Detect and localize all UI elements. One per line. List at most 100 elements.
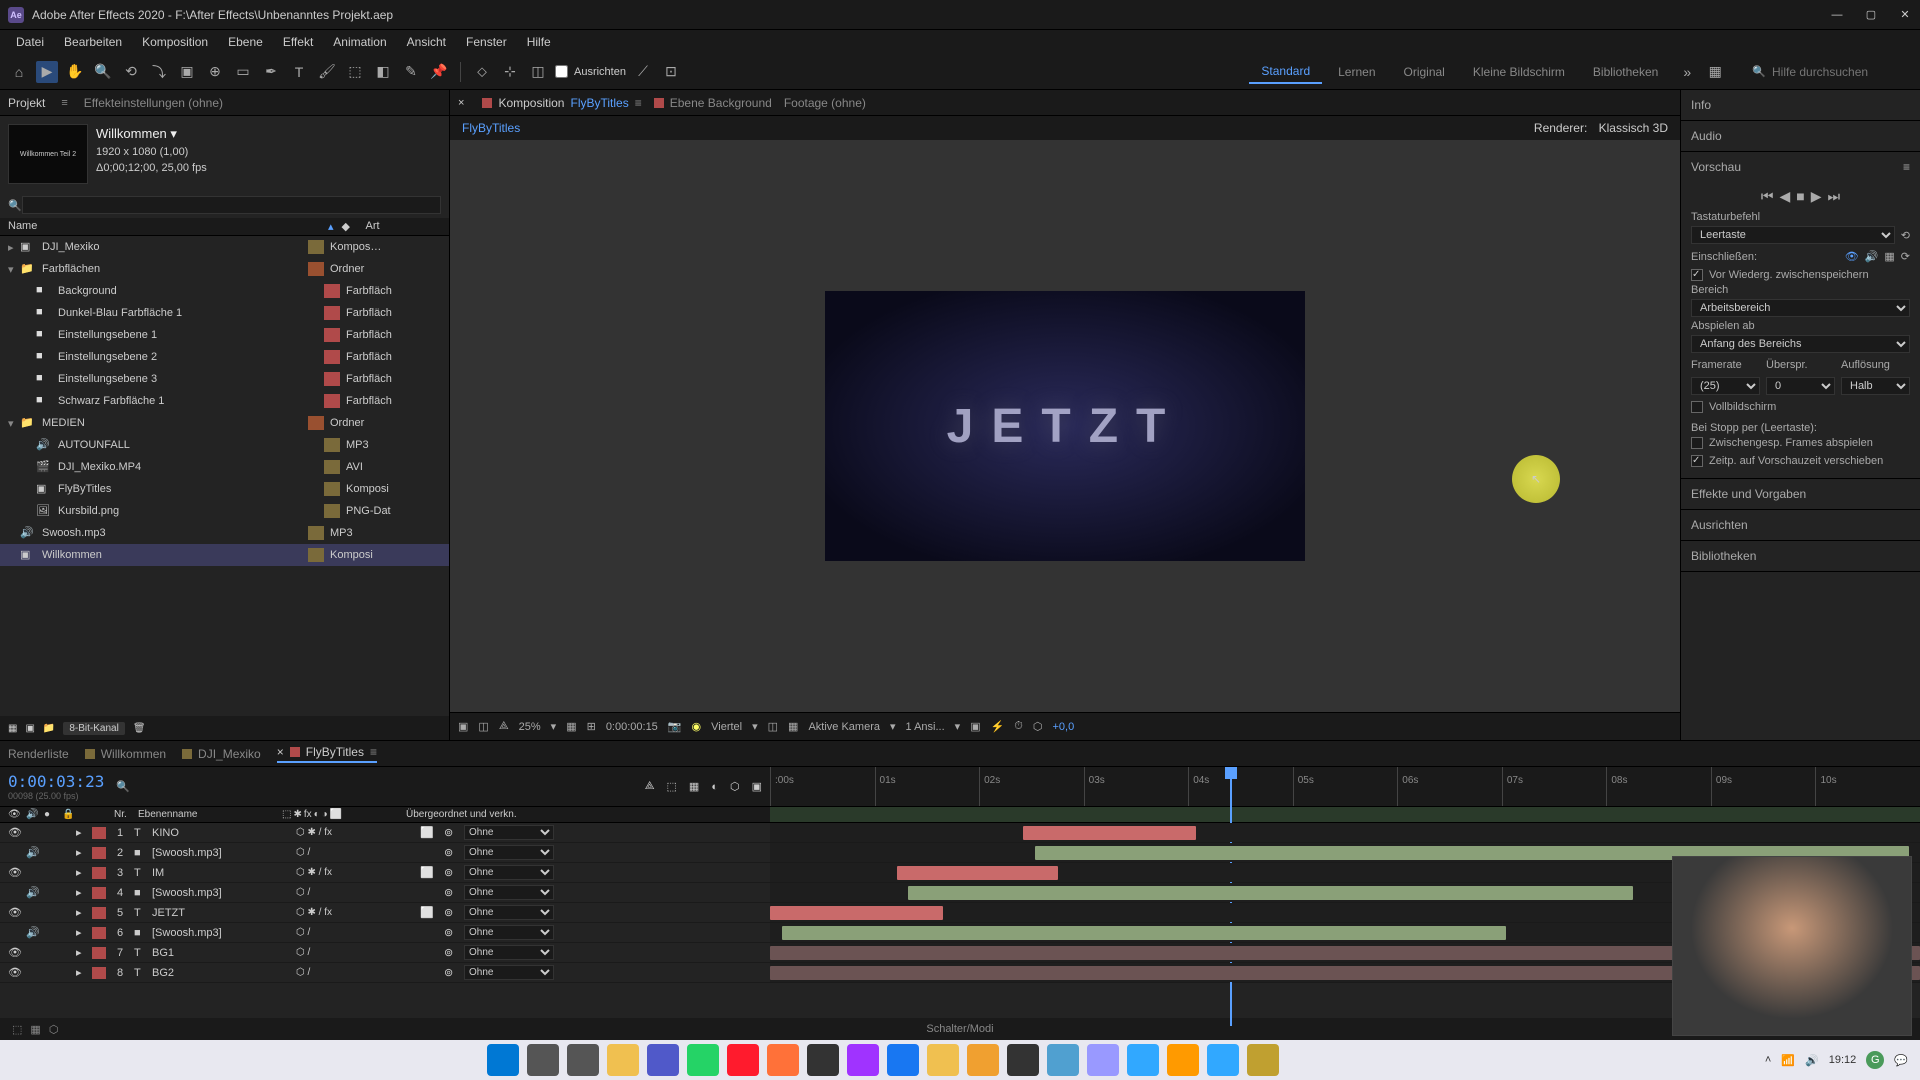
- color-swatch[interactable]: [308, 240, 324, 254]
- pixel-aspect-icon[interactable]: ▣: [970, 720, 980, 733]
- taskbar-facebook-icon[interactable]: [887, 1044, 919, 1076]
- hand-tool[interactable]: ✋: [64, 61, 86, 83]
- breadcrumb[interactable]: FlyByTitles: [462, 121, 520, 135]
- help-search-input[interactable]: [1772, 65, 1912, 79]
- taskbar-ps-icon[interactable]: [1127, 1044, 1159, 1076]
- pickwhip-icon[interactable]: ⊚: [444, 946, 460, 959]
- timeline-tab[interactable]: DJI_Mexiko: [182, 747, 261, 761]
- project-item[interactable]: ▣WillkommenKomposi: [0, 544, 449, 566]
- layer-bar[interactable]: [782, 926, 1507, 940]
- ruler-tick[interactable]: :00s: [770, 767, 875, 806]
- layer-name[interactable]: JETZT: [152, 907, 292, 919]
- taskbar-ai-icon[interactable]: [1167, 1044, 1199, 1076]
- layer-expand-icon[interactable]: ▸: [76, 906, 88, 919]
- workspace-bibliotheken[interactable]: Bibliotheken: [1581, 61, 1670, 83]
- col-swatch-header[interactable]: ◆: [342, 220, 366, 233]
- taskbar-app2-icon[interactable]: [967, 1044, 999, 1076]
- range-select[interactable]: Arbeitsbereich: [1691, 299, 1910, 317]
- panel-preview[interactable]: Vorschau≡: [1681, 156, 1920, 178]
- shy-icon[interactable]: ⬚: [667, 780, 677, 793]
- layer-expand-icon[interactable]: ▸: [76, 826, 88, 839]
- last-frame-button[interactable]: ⏭: [1828, 188, 1841, 205]
- taskbar-obs-icon[interactable]: [1007, 1044, 1039, 1076]
- close-tab-icon[interactable]: ×: [277, 745, 284, 759]
- shortcut-select[interactable]: Leertaste: [1691, 226, 1895, 244]
- fullscreen-checkbox[interactable]: [1691, 401, 1703, 413]
- layer-bar[interactable]: [908, 886, 1633, 900]
- pickwhip-icon[interactable]: ⊚: [444, 886, 460, 899]
- taskbar-teams-icon[interactable]: [647, 1044, 679, 1076]
- layer-color-swatch[interactable]: [92, 887, 106, 899]
- switch-fx-icon[interactable]: fx: [304, 809, 312, 820]
- new-comp-icon[interactable]: ▣: [25, 723, 34, 734]
- orbit-tool[interactable]: ⟲: [120, 61, 142, 83]
- panel-audio[interactable]: Audio: [1681, 125, 1920, 147]
- stop-button[interactable]: ■: [1796, 188, 1804, 205]
- move-time-checkbox[interactable]: [1691, 455, 1703, 467]
- project-item[interactable]: 🔊AUTOUNFALLMP3: [0, 434, 449, 456]
- first-frame-button[interactable]: ⏮: [1761, 188, 1774, 205]
- res-select[interactable]: Halb: [1841, 377, 1910, 395]
- taskbar-tasks-icon[interactable]: [567, 1044, 599, 1076]
- include-video-icon[interactable]: 👁: [1845, 250, 1859, 263]
- layer-color-swatch[interactable]: [92, 827, 106, 839]
- menu-ebene[interactable]: Ebene: [220, 33, 271, 51]
- expand-icon[interactable]: ▾: [8, 263, 20, 276]
- comp-tab[interactable]: Footage (ohne): [784, 96, 866, 110]
- snapshot-icon[interactable]: 📷: [668, 720, 682, 733]
- ruler-tick[interactable]: 02s: [979, 767, 1084, 806]
- taskbar-whatsapp-icon[interactable]: [687, 1044, 719, 1076]
- ruler-tick[interactable]: 03s: [1084, 767, 1189, 806]
- exposure-value[interactable]: +0,0: [1053, 721, 1075, 733]
- timeline-timecode[interactable]: 0:00:03:23: [8, 772, 104, 791]
- layer-audio-icon[interactable]: 🔊: [26, 926, 40, 939]
- pickwhip-icon[interactable]: ⊚: [444, 906, 460, 919]
- timeline-tab[interactable]: × FlyByTitles ≡: [277, 745, 377, 763]
- project-item[interactable]: ■Einstellungsebene 1Farbfläch: [0, 324, 449, 346]
- parent-select[interactable]: Ohne: [464, 845, 554, 860]
- lock-col-icon[interactable]: 🔒: [62, 809, 76, 820]
- layer-audio-icon[interactable]: 🔊: [26, 886, 40, 899]
- menu-fenster[interactable]: Fenster: [458, 33, 515, 51]
- tray-chevron-icon[interactable]: ˄: [1765, 1054, 1771, 1066]
- layer-switches[interactable]: ⬡ /: [296, 947, 416, 958]
- pan-behind-tool[interactable]: ⊕: [204, 61, 226, 83]
- bit-depth-button[interactable]: 8-Bit-Kanal: [63, 722, 124, 735]
- taskbar-firefox-icon[interactable]: [767, 1044, 799, 1076]
- layer-name[interactable]: [Swoosh.mp3]: [152, 927, 292, 939]
- layer-visibility-icon[interactable]: 👁: [8, 966, 22, 979]
- layer-row[interactable]: 🔊▸6■[Swoosh.mp3]⬡ /⊚Ohne: [0, 923, 1920, 943]
- toggle-switches-icon[interactable]: ⬚: [12, 1023, 22, 1036]
- cache-checkbox[interactable]: [1691, 269, 1703, 281]
- parent-select[interactable]: Ohne: [464, 905, 554, 920]
- switch-blur-icon[interactable]: ◐: [314, 809, 320, 820]
- workspace-standard[interactable]: Standard: [1249, 60, 1322, 84]
- taskbar-explorer-icon[interactable]: [607, 1044, 639, 1076]
- eye-col-icon[interactable]: 👁: [8, 809, 22, 820]
- audio-col-icon[interactable]: 🔊: [26, 809, 40, 820]
- layer-3d-icon[interactable]: ⬜: [420, 866, 440, 879]
- taskbar-folder-icon[interactable]: [927, 1044, 959, 1076]
- clone-tool[interactable]: ⬚: [344, 61, 366, 83]
- layer-visibility-icon[interactable]: 👁: [8, 946, 22, 959]
- layer-color-swatch[interactable]: [92, 907, 106, 919]
- layer-row[interactable]: 👁▸7TBG1⬡ /⊚Ohne: [0, 943, 1920, 963]
- layer-expand-icon[interactable]: ▸: [76, 846, 88, 859]
- transparency-icon[interactable]: ▦: [788, 720, 798, 733]
- brush-tool[interactable]: 🖌: [316, 61, 338, 83]
- layer-color-swatch[interactable]: [92, 947, 106, 959]
- motion-blur-icon[interactable]: ◐: [711, 781, 718, 793]
- layer-row[interactable]: 🔊▸4■[Swoosh.mp3]⬡ /⊚Ohne: [0, 883, 1920, 903]
- tab-project[interactable]: Projekt: [8, 96, 45, 110]
- comp-tab[interactable]: Ebene Background: [654, 96, 772, 110]
- layer-row[interactable]: 👁▸5TJETZT⬡ ✱ / fx⬜⊚Ohne: [0, 903, 1920, 923]
- layer-row[interactable]: 👁▸3TIM⬡ ✱ / fx⬜⊚Ohne: [0, 863, 1920, 883]
- ruler-tick[interactable]: 10s: [1815, 767, 1920, 806]
- views-dropdown[interactable]: 1 Ansi...: [906, 721, 945, 733]
- pickwhip-icon[interactable]: ⊚: [444, 866, 460, 879]
- flowchart-icon[interactable]: ⬡: [1033, 720, 1043, 733]
- project-item[interactable]: ■Einstellungsebene 2Farbfläch: [0, 346, 449, 368]
- pickwhip-icon[interactable]: ⊚: [444, 966, 460, 979]
- resolution-dropdown[interactable]: Viertel: [711, 721, 742, 733]
- pickwhip-icon[interactable]: ⊚: [444, 846, 460, 859]
